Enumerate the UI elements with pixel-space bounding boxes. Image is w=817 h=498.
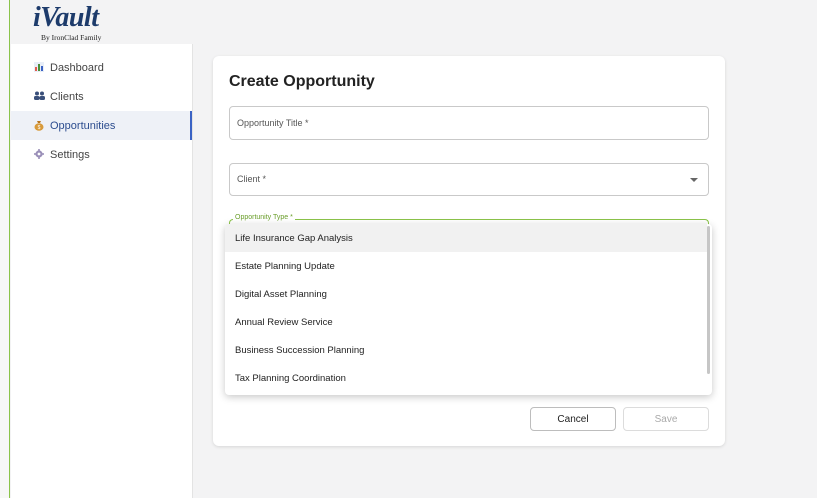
option-tax-planning-coordination[interactable]: Tax Planning Coordination (225, 364, 707, 392)
client-select[interactable]: Client * (229, 163, 709, 196)
sidebar-item-label: Clients (50, 90, 84, 103)
opportunity-type-label: Opportunity Type * (233, 214, 295, 221)
window-left-edge (0, 0, 10, 498)
ivault-logo[interactable]: iVault By IronClad Family (33, 2, 123, 42)
listbox-scrollbar[interactable] (707, 226, 710, 374)
option-business-succession-planning[interactable]: Business Succession Planning (225, 336, 707, 364)
sidebar-item-label: Dashboard (50, 61, 104, 74)
sidebar-item-opportunities[interactable]: $ Opportunities (11, 111, 192, 140)
option-annual-review-service[interactable]: Annual Review Service (225, 308, 707, 336)
sidebar-item-clients[interactable]: Clients (11, 82, 192, 111)
option-digital-asset-planning[interactable]: Digital Asset Planning (225, 280, 707, 308)
opportunity-type-listbox: Life Insurance Gap Analysis Estate Plann… (225, 224, 712, 395)
cancel-button[interactable]: Cancel (530, 407, 616, 431)
opportunity-title-placeholder: Opportunity Title * (237, 118, 309, 128)
sidebar-item-label: Opportunities (50, 119, 116, 132)
sidebar-item-settings[interactable]: Settings (11, 140, 192, 169)
sidebar-item-dashboard[interactable]: Dashboard (11, 53, 192, 82)
save-button[interactable]: Save (623, 407, 709, 431)
sidebar: Dashboard Clients $ Opportunities Settin… (11, 44, 193, 498)
moneybag-icon: $ (33, 120, 45, 132)
option-estate-planning-update[interactable]: Estate Planning Update (225, 252, 707, 280)
chevron-down-icon (690, 178, 698, 182)
users-icon (33, 91, 45, 103)
svg-text:$: $ (38, 125, 41, 131)
bar-chart-icon (33, 61, 45, 74)
logo-wordmark: iVault (33, 2, 99, 33)
logo-tagline: By IronClad Family (41, 33, 102, 42)
sidebar-item-label: Settings (50, 148, 90, 161)
opportunity-title-field[interactable]: Opportunity Title * (229, 106, 709, 140)
top-header: iVault By IronClad Family (11, 0, 817, 44)
option-life-insurance-gap-analysis[interactable]: Life Insurance Gap Analysis (225, 224, 707, 252)
gear-icon (33, 148, 45, 161)
page-title: Create Opportunity (229, 73, 375, 90)
client-placeholder: Client * (237, 174, 267, 184)
